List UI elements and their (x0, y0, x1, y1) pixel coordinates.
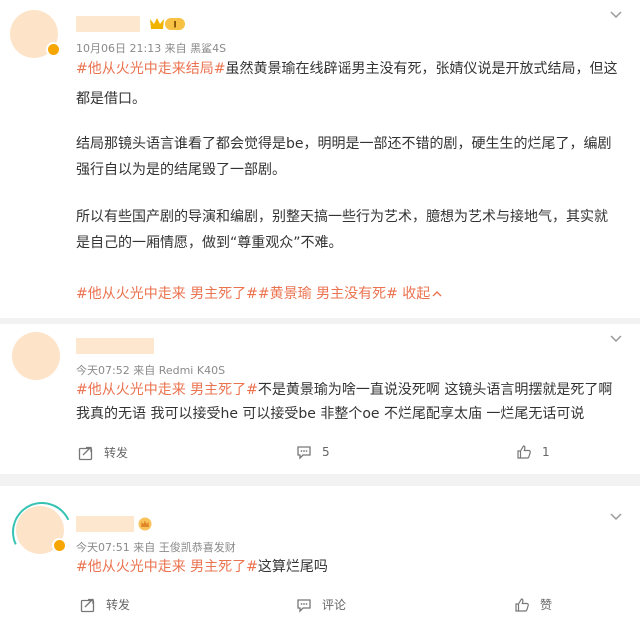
username-placeholder[interactable] (76, 16, 140, 32)
like-button[interactable]: 赞 (514, 596, 552, 613)
post-text-line: 是自己的一厢情愿，做到“尊重观众”不难。 (76, 232, 622, 254)
chevron-up-icon (432, 291, 442, 297)
thumbs-up-icon (515, 597, 529, 612)
post-2: 今天07:52 来自 Redmi K40S #他从火光中走来 男主死了#不是黄景… (0, 324, 640, 474)
repost-button[interactable]: 转发 (80, 596, 130, 613)
post-text-line: 都是借口。 (76, 88, 622, 110)
chevron-down-icon[interactable] (610, 328, 622, 347)
hashtag-links[interactable]: #他从火光中走来 男主死了##黄景瑜 男主没有死# (76, 286, 398, 302)
chevron-down-icon[interactable] (610, 506, 622, 525)
avatar[interactable] (12, 332, 60, 380)
collapse-button[interactable]: 收起 (402, 286, 442, 302)
like-button[interactable]: 1 (516, 444, 550, 460)
post-text: 都是借口。 (76, 91, 146, 107)
post-text-line: #他从火光中走来结局#虽然黄景瑜在线辟谣男主没有死，张婧仪说是开放式结局，但这 (76, 58, 622, 80)
hashtag-link[interactable]: #他从火光中走来结局# (76, 61, 225, 77)
comment-text: 我真的无语 我可以接受he 可以接受be 非整个oe 不烂尾配享太庙 一烂尾无话… (76, 406, 585, 422)
verified-badge-icon (52, 538, 67, 553)
post-3: 今天07:51 来自 王俊凯恭喜发财 #他从火光中走来 男主死了#这算烂尾吗 转… (0, 486, 640, 619)
post-text: 是自己的一厢情愿，做到“尊重观众”不难。 (76, 235, 343, 251)
comment-text-line: 我真的无语 我可以接受he 可以接受be 非整个oe 不烂尾配享太庙 一烂尾无话… (76, 403, 622, 425)
post-text: 所以有些国产剧的导演和编剧，别整天搞一些行为艺术，臆想为艺术与接地气，其实就 (76, 209, 608, 225)
comment-button[interactable]: 评论 (296, 596, 346, 613)
avatar-ring (3, 493, 81, 571)
repost-icon (78, 446, 93, 460)
comment-text: 不是黄景瑜为啥一直说没死啊 这镜头语言明摆就是死了啊 (257, 382, 613, 398)
repost-icon (80, 598, 95, 612)
thumbs-up-icon (517, 445, 531, 459)
comment-text: 这算烂尾吗 (257, 559, 328, 575)
comment-button[interactable]: 5 (296, 444, 330, 460)
post-meta: 今天07:51 来自 王俊凯恭喜发财 (76, 541, 236, 554)
vip-badge-icon: I (148, 16, 186, 36)
post-meta: 10月06日 21:13 来自 黑鲨4S (76, 42, 227, 55)
post-text-line: 强行自以为是的结尾毁了一部剧。 (76, 159, 622, 181)
like-count: 1 (542, 445, 550, 459)
comment-text-line: #他从火光中走来 男主死了#不是黄景瑜为啥一直说没死啊 这镜头语言明摆就是死了啊 (76, 379, 622, 401)
comment-text-line: #他从火光中走来 男主死了#这算烂尾吗 (76, 556, 622, 578)
avatar[interactable] (10, 10, 61, 58)
post-text: 虽然黄景瑜在线辟谣男主没有死，张婧仪说是开放式结局，但这 (225, 61, 618, 77)
post-text: 结局那镜头语言谁看了都会觉得是be，明明是一部还不错的剧，硬生生的烂尾了，编剧 (76, 136, 612, 152)
post-text: 强行自以为是的结尾毁了一部剧。 (76, 162, 286, 178)
comment-count: 5 (322, 445, 330, 459)
repost-button[interactable]: 转发 (78, 444, 128, 461)
tags-line: #他从火光中走来 男主死了##黄景瑜 男主没有死# 收起 (76, 283, 622, 305)
post-text-line: 所以有些国产剧的导演和编剧，别整天搞一些行为艺术，臆想为艺术与接地气，其实就 (76, 206, 622, 228)
hashtag-link[interactable]: #他从火光中走来 男主死了# (76, 382, 258, 398)
username-placeholder[interactable] (76, 338, 154, 354)
chevron-down-icon[interactable] (610, 4, 622, 23)
comment-icon (297, 598, 311, 613)
post-text-line: 结局那镜头语言谁看了都会觉得是be，明明是一部还不错的剧，硬生生的烂尾了，编剧 (76, 133, 622, 155)
username-placeholder[interactable] (76, 516, 134, 532)
post-1: I 10月06日 21:13 来自 黑鲨4S #他从火光中走来结局#虽然黄景瑜在… (0, 0, 640, 318)
comment-icon (297, 446, 311, 460)
crown-icon (138, 516, 152, 535)
separator (0, 474, 640, 486)
post-meta: 今天07:52 来自 Redmi K40S (76, 364, 226, 377)
hashtag-link[interactable]: #他从火光中走来 男主死了# (76, 559, 258, 575)
avatar[interactable] (3, 493, 81, 571)
svg-text:I: I (173, 21, 176, 31)
verified-badge-icon (46, 42, 61, 57)
